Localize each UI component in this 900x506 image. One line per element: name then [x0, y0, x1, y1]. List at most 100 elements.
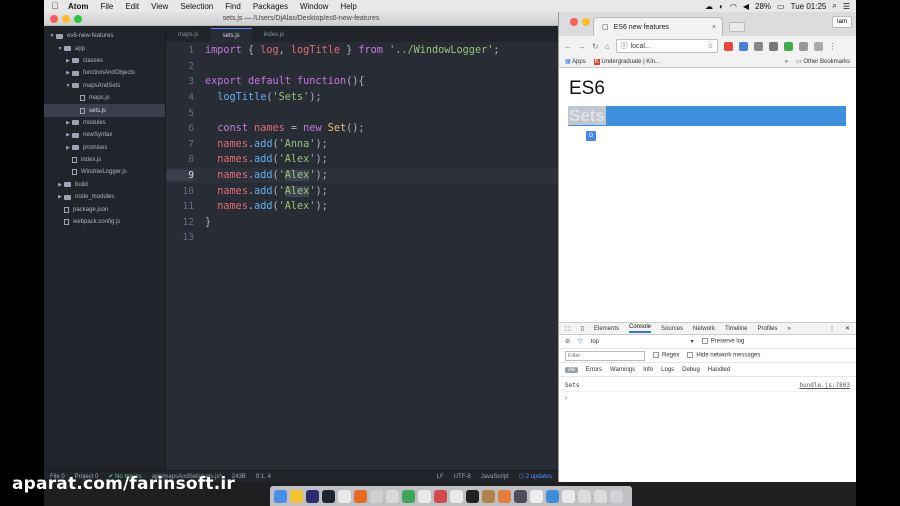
tab-index-js[interactable]: index.js — [252, 28, 296, 42]
chrome-icon[interactable] — [290, 489, 303, 503]
menu-file[interactable]: File — [94, 2, 119, 11]
notes-icon[interactable] — [386, 489, 399, 503]
tree-folder-modules[interactable]: ▶ modules — [44, 117, 165, 129]
tree-root-es6-new-features[interactable]: ▼ es6-new-features — [44, 30, 165, 42]
tree-folder-promises[interactable]: ▶ promises — [44, 142, 165, 154]
trash-icon[interactable] — [610, 489, 623, 503]
bookmark-item[interactable]: K Undergraduate | Kin... — [593, 58, 660, 65]
level-all[interactable]: All — [565, 366, 578, 373]
console-message-source[interactable]: bundle.js:7803 — [799, 382, 850, 389]
status-grammar[interactable]: JavaScript — [481, 474, 509, 480]
tree-folder-app[interactable]: ▼ app — [44, 42, 165, 54]
devtools-menu-icon[interactable]: ⋮ — [829, 325, 835, 332]
chrome-menu-icon[interactable]: ⋮ — [829, 42, 837, 51]
app-icon[interactable] — [530, 489, 543, 503]
menu-window[interactable]: Window — [294, 2, 334, 11]
translate-icon[interactable]: G — [586, 131, 596, 141]
tree-folder-build[interactable]: ▶ build — [44, 179, 165, 191]
status-updates[interactable]: ⬡ 2 updates — [519, 473, 552, 480]
device-mode-icon[interactable]: ▯ — [581, 325, 584, 332]
status-line-ending[interactable]: LF — [437, 474, 444, 480]
clock[interactable]: Tue 01:25 — [791, 2, 827, 11]
tree-folder-functionandobjects[interactable]: ▶ functionAndObjects — [44, 67, 165, 79]
bookmark-apps[interactable]: ▦ Apps — [565, 58, 586, 65]
level-debug[interactable]: Debug — [682, 367, 700, 373]
menu-view[interactable]: View — [145, 2, 174, 11]
tab-timeline[interactable]: Timeline — [725, 326, 747, 332]
home-icon[interactable]: ⌂ — [605, 42, 610, 51]
menu-edit[interactable]: Edit — [119, 2, 145, 11]
new-tab-button[interactable] — [729, 22, 745, 32]
menu-selection[interactable]: Selection — [174, 2, 219, 11]
tab-elements[interactable]: Elements — [594, 326, 619, 332]
status-encoding[interactable]: UTF-8 — [454, 474, 471, 480]
forward-icon[interactable]: → — [578, 42, 586, 51]
cloud-icon[interactable]: ☁ — [705, 2, 713, 11]
back-icon[interactable]: ← — [564, 42, 572, 51]
app-icon[interactable] — [498, 489, 511, 503]
level-warnings[interactable]: Warnings — [610, 367, 635, 373]
filter-icon[interactable]: ▽ — [578, 338, 583, 345]
other-bookmarks[interactable]: ▭ Other Bookmarks — [796, 58, 850, 65]
wifi-icon[interactable]: ◠ — [730, 2, 737, 11]
extension-icon[interactable] — [768, 41, 778, 51]
translate-extension-icon[interactable] — [738, 41, 748, 51]
tab-sets-js[interactable]: sets.js — [210, 28, 252, 42]
hide-network-checkbox[interactable] — [687, 352, 694, 359]
clear-console-icon[interactable]: ⊘ — [565, 338, 570, 345]
close-devtools-icon[interactable]: ✕ — [845, 325, 850, 332]
browser-tab[interactable]: ▢ ES6 new features × — [593, 17, 723, 36]
preserve-log-checkbox[interactable] — [701, 338, 708, 345]
tree-file-package-json[interactable]: package.json — [44, 203, 165, 215]
menu-packages[interactable]: Packages — [247, 2, 294, 11]
extension-icon[interactable] — [753, 41, 763, 51]
menu-find[interactable]: Find — [219, 2, 247, 11]
tab-sources[interactable]: Sources — [661, 326, 683, 332]
tree-folder-newsyntax[interactable]: ▶ newSyntax — [44, 129, 165, 141]
menu-app[interactable]: Atom — [62, 2, 94, 11]
tree-file-webpack-config-js[interactable]: webpack.config.js — [44, 216, 165, 228]
apple-menu-icon[interactable]:  — [48, 1, 62, 11]
level-info[interactable]: Info — [643, 367, 653, 373]
code-editor[interactable]: 1 import { log, logTitle } from '../Windo… — [166, 42, 558, 470]
regex-checkbox[interactable] — [653, 352, 659, 359]
lightroom-icon[interactable] — [322, 489, 335, 503]
preferences-icon[interactable] — [418, 489, 431, 503]
tab-profiles[interactable]: Profiles — [758, 326, 778, 332]
tab-console[interactable]: Console — [629, 324, 652, 333]
level-errors[interactable]: Errors — [586, 367, 602, 373]
tree-file-maps-js[interactable]: maps.js — [44, 92, 165, 104]
console-filter-input[interactable] — [565, 350, 645, 361]
notification-center-icon[interactable]: ☰ — [843, 2, 850, 11]
tree-file-windowlogger-js[interactable]: WindowLogger.js — [44, 166, 165, 178]
tab-network[interactable]: Network — [693, 326, 715, 332]
more-tabs-button[interactable]: » — [788, 326, 791, 332]
maps-icon[interactable] — [402, 489, 415, 503]
finder-icon[interactable] — [274, 489, 287, 503]
volume-icon[interactable]: ◀ — [743, 2, 749, 11]
battery-icon[interactable]: ▭ — [777, 2, 785, 11]
textedit-icon[interactable] — [450, 489, 463, 503]
preserve-log-option[interactable]: Preserve log — [701, 338, 744, 345]
hide-network-option[interactable]: Hide network messages — [687, 352, 760, 359]
tree-file-sets-js[interactable]: sets.js — [44, 104, 165, 117]
menu-help[interactable]: Help — [334, 2, 362, 11]
preview-icon[interactable] — [370, 489, 383, 503]
info-icon[interactable]: ⓘ — [621, 41, 628, 51]
archive-icon[interactable] — [482, 489, 495, 503]
console-prompt[interactable]: › — [559, 395, 856, 402]
terminal-icon[interactable] — [466, 489, 479, 503]
photoshop-icon[interactable] — [306, 489, 319, 503]
atom-icon[interactable] — [514, 489, 527, 503]
bookmarks-overflow-button[interactable]: » — [785, 59, 788, 65]
star-icon[interactable]: ☆ — [707, 42, 713, 50]
chrome-close-button[interactable] — [570, 18, 578, 26]
context-select[interactable]: top ▾ — [591, 338, 694, 345]
tree-folder-node-modules[interactable]: ▶ node_modules — [44, 191, 165, 203]
tree-folder-classes[interactable]: ▶ classes — [44, 55, 165, 67]
app-icon[interactable] — [434, 489, 447, 503]
tree-folder-mapsandsets[interactable]: ▼ mapsAndSets — [44, 80, 165, 92]
stack-icon[interactable] — [594, 489, 607, 503]
battery-percent[interactable]: 28% — [755, 2, 771, 11]
status-cursor-position[interactable]: 9:1, 4 — [256, 474, 271, 480]
